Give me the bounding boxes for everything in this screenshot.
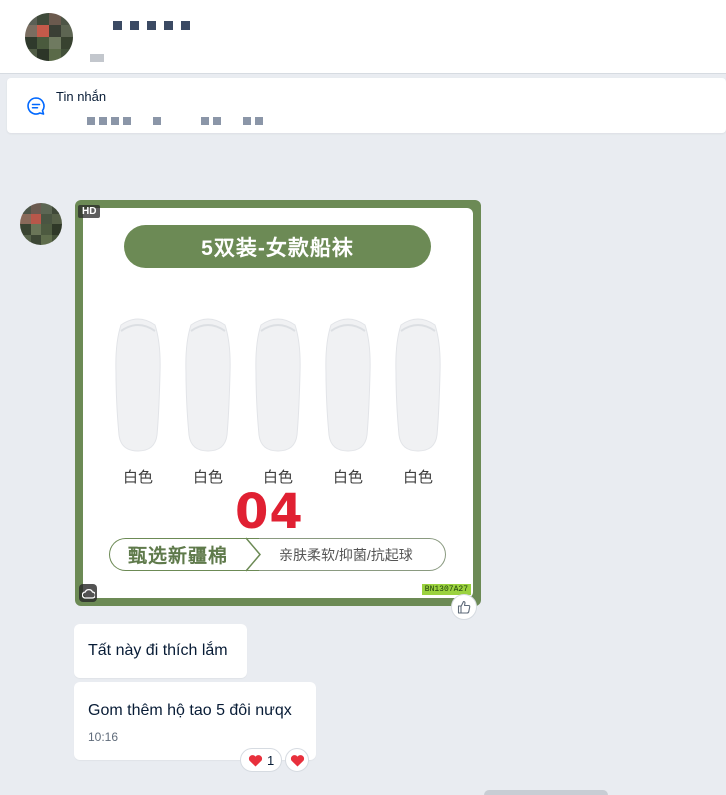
message-bubble[interactable]: Gom thêm hộ tao 5 đôi nưqx 10:16 xyxy=(74,682,316,760)
image-message[interactable]: 5双装-女款船袜 白色 白色 白色 白色 白色 04 甄选新疆棉 亲肤柔软/抑菌… xyxy=(75,200,481,606)
contact-name-redacted[interactable] xyxy=(113,21,190,30)
sock-color-label: 白色 xyxy=(192,469,223,486)
sock-illustration xyxy=(185,318,231,452)
ribbon-main-text: 甄选新疆棉 xyxy=(109,538,259,571)
message-bubble[interactable]: Tất này đi thích lắm xyxy=(74,624,247,678)
product-image[interactable]: 5双装-女款船袜 白色 白色 白色 白色 白色 04 甄选新疆棉 亲肤柔软/抑菌… xyxy=(83,208,473,598)
sock-illustration xyxy=(115,318,161,452)
product-title: 5双装-女款船袜 xyxy=(124,225,431,268)
cloud-icon[interactable] xyxy=(79,584,97,602)
product-number: 04 xyxy=(235,484,304,540)
chat-header xyxy=(0,0,726,74)
pinned-title: Tin nhắn xyxy=(56,89,107,104)
pinned-preview-redacted xyxy=(87,117,263,125)
sender-avatar[interactable] xyxy=(20,203,62,245)
reaction-summary[interactable]: 1 xyxy=(240,748,283,772)
scroll-indicator[interactable] xyxy=(484,790,608,795)
sock-color-label: 白色 xyxy=(332,469,363,486)
sock-illustration xyxy=(255,318,301,452)
sock-color-label: 白色 xyxy=(402,469,433,486)
heart-icon xyxy=(248,754,263,766)
sock-illustration xyxy=(395,318,441,452)
reaction-count: 1 xyxy=(267,752,275,768)
sock-illustration xyxy=(325,318,371,452)
socks-illustration xyxy=(111,313,451,473)
pinned-message-bar[interactable]: Tin nhắn xyxy=(7,78,726,133)
ribbon-feature-text: 亲肤柔软/抑菌/抗起球 xyxy=(259,538,446,571)
add-reaction-button[interactable] xyxy=(285,748,309,772)
like-button[interactable] xyxy=(451,594,477,620)
contact-avatar[interactable] xyxy=(25,13,73,61)
message-time: 10:16 xyxy=(88,730,119,744)
chat-bubble-icon xyxy=(27,97,45,115)
thumbs-up-icon xyxy=(457,600,471,614)
sock-color-label: 白色 xyxy=(122,469,153,486)
contact-status-redacted xyxy=(90,54,104,62)
message-text: Gom thêm hộ tao 5 đôi nưqx xyxy=(88,702,292,719)
message-text: Tất này đi thích lắm xyxy=(88,642,228,659)
hd-badge: HD xyxy=(78,205,101,218)
heart-icon xyxy=(290,754,304,766)
feature-ribbon: 甄选新疆棉 亲肤柔软/抑菌/抗起球 xyxy=(109,537,446,572)
